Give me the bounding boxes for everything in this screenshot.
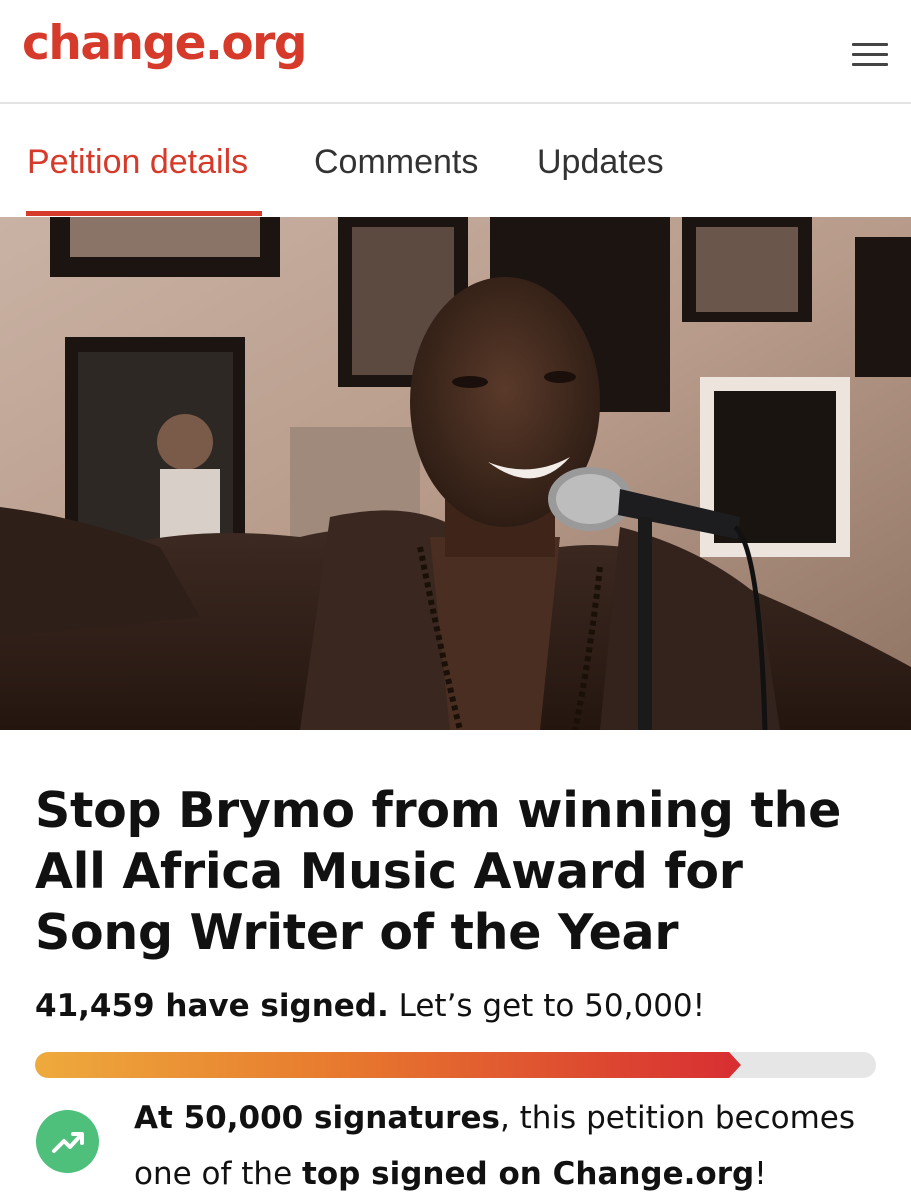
signed-count-text: 41,459 have signed. — [35, 988, 389, 1024]
signature-progress-bar — [35, 1052, 876, 1078]
hamburger-menu-icon[interactable] — [852, 41, 890, 69]
trending-up-icon — [36, 1110, 99, 1173]
milestone-text-2: ! — [754, 1156, 767, 1192]
tab-comments[interactable]: Comments — [314, 142, 478, 183]
petition-title: Stop Brymo from winning the All Africa M… — [35, 782, 842, 961]
tab-petition-details[interactable]: Petition details — [27, 142, 248, 183]
menu-bar — [852, 53, 888, 56]
hero-photo — [0, 217, 911, 730]
site-header: change.org — [0, 0, 911, 104]
milestone-message: At 50,000 signatures, this petition beco… — [134, 1090, 904, 1200]
menu-bar — [852, 63, 888, 66]
milestone-bold-top-signed: top signed on Change.org — [302, 1156, 755, 1192]
active-tab-indicator — [26, 211, 262, 216]
petition-hero-image — [0, 217, 911, 730]
petition-tabs: Petition details Comments Updates — [0, 104, 911, 217]
signature-count: 41,459 have signed. Let’s get to 50,000! — [35, 988, 705, 1024]
progress-fill — [35, 1052, 729, 1078]
goal-text: Let’s get to 50,000! — [388, 988, 706, 1024]
menu-bar — [852, 43, 888, 46]
tab-updates[interactable]: Updates — [537, 142, 664, 183]
progress-tip — [729, 1052, 741, 1078]
change-org-logo[interactable]: change.org — [22, 20, 307, 67]
milestone-bold-signatures: At 50,000 signatures — [134, 1100, 500, 1136]
